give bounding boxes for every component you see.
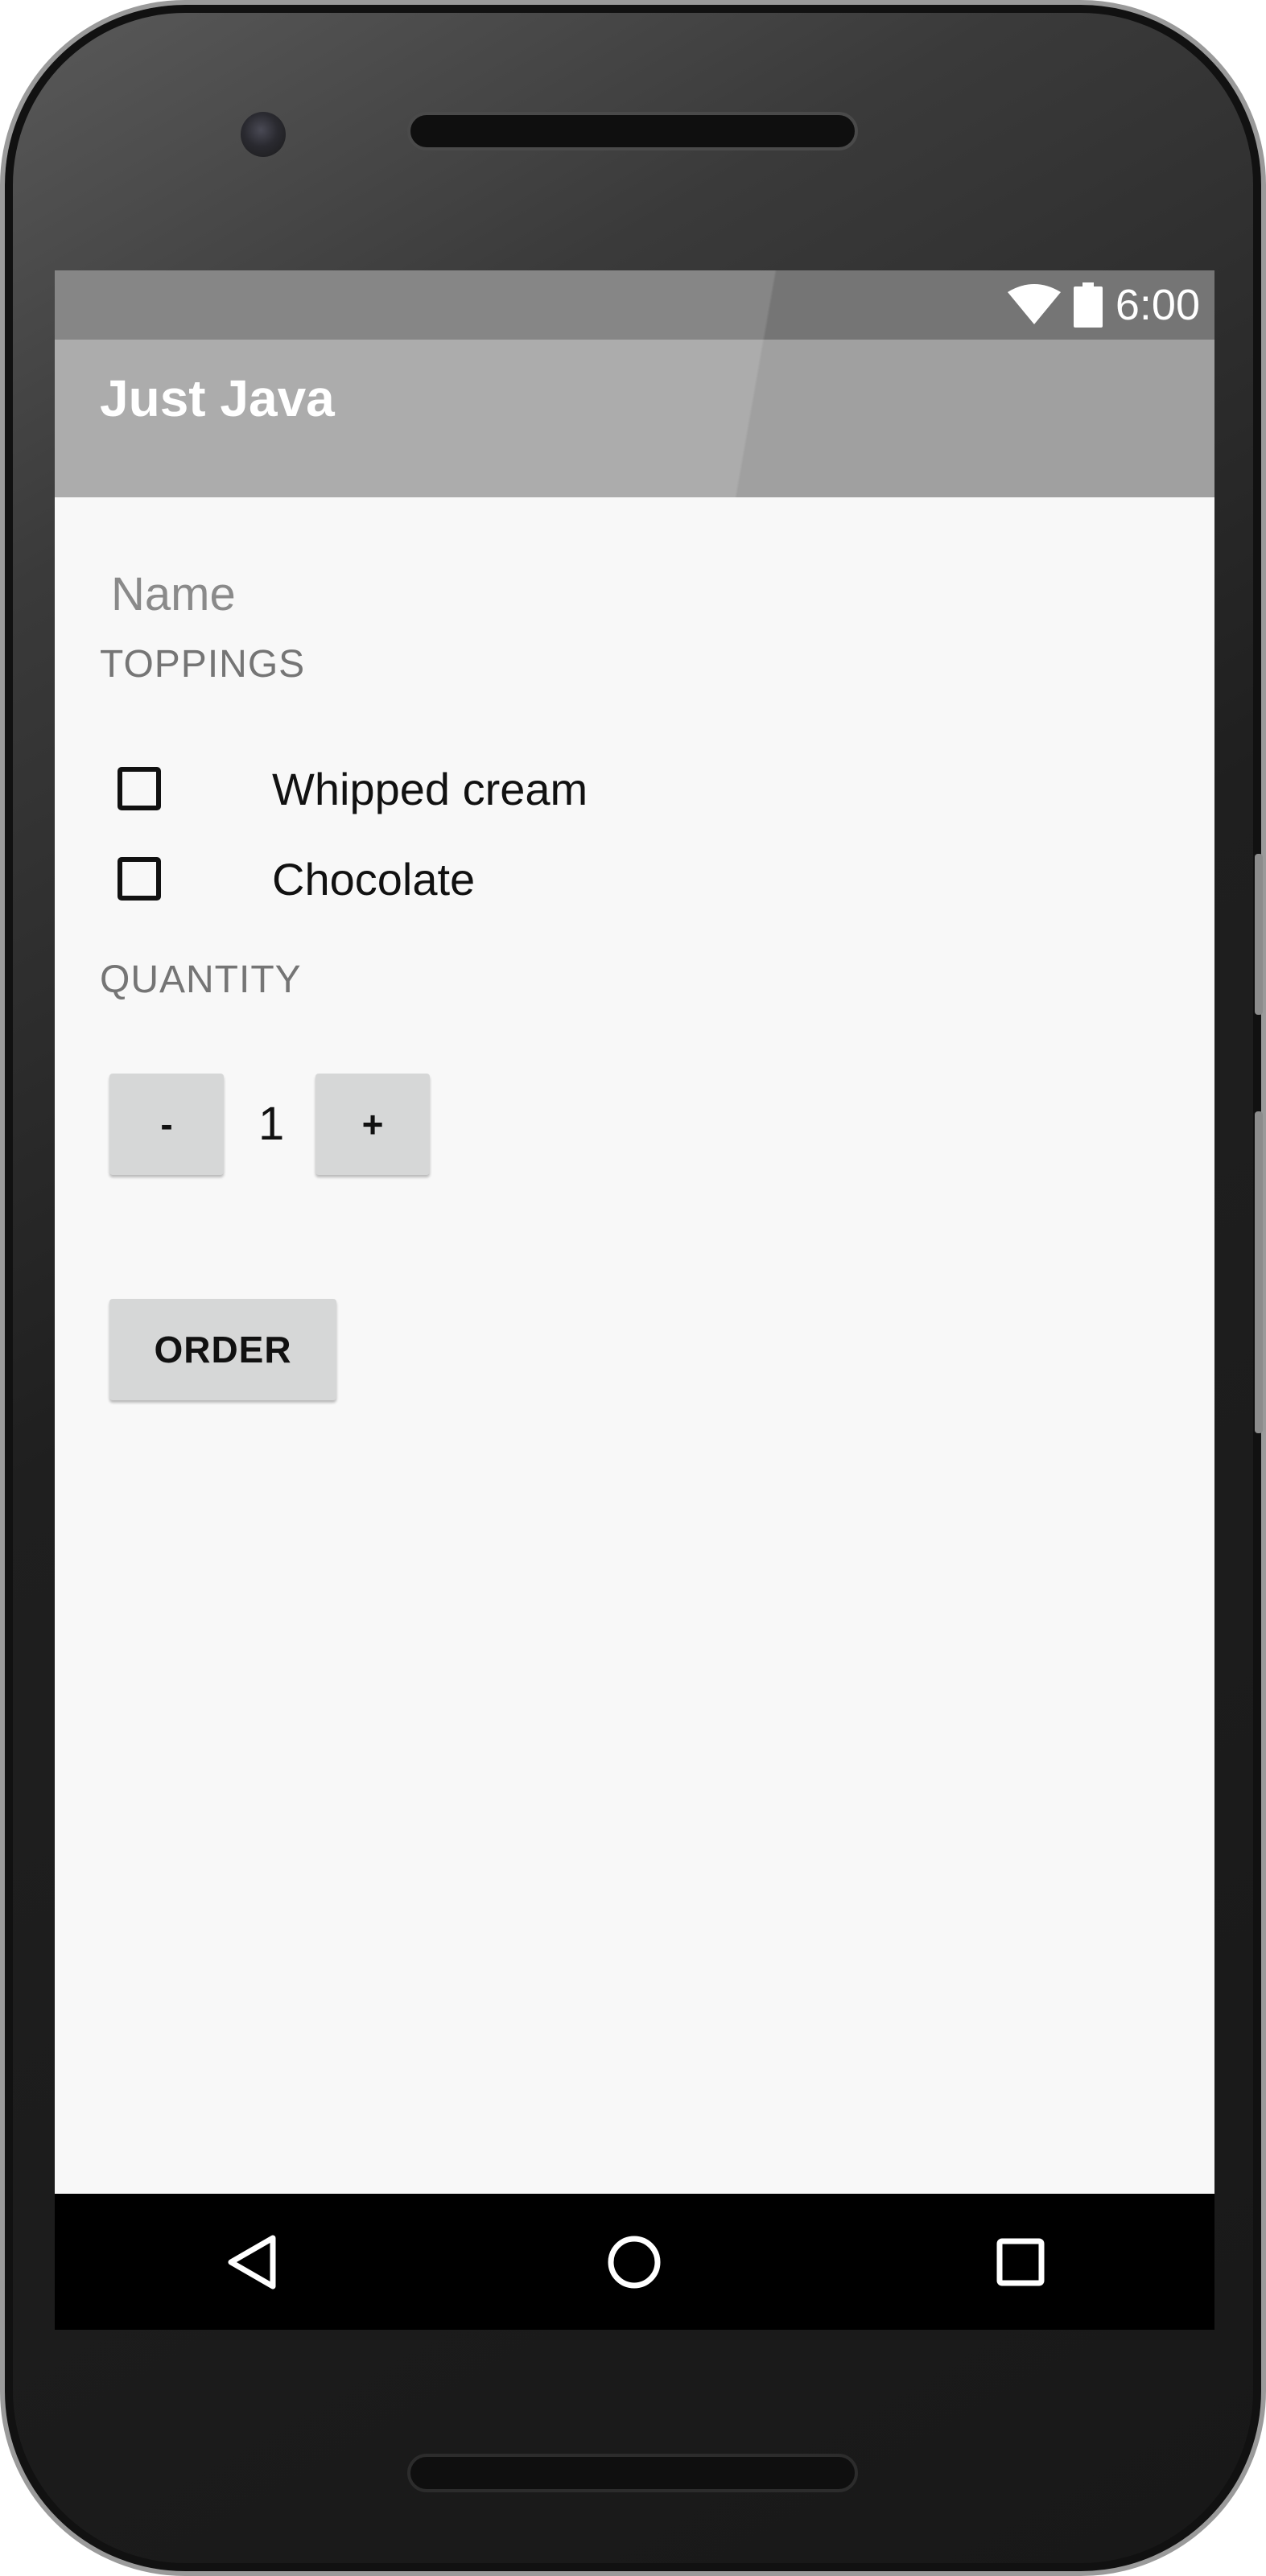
whipped-cream-checkbox[interactable] bbox=[118, 767, 161, 810]
nav-back-button[interactable] bbox=[171, 2194, 332, 2330]
whipped-cream-label: Whipped cream bbox=[272, 763, 588, 814]
app-bar: Just Java bbox=[55, 340, 1214, 497]
status-icons: 6:00 bbox=[1007, 270, 1200, 340]
top-speaker bbox=[407, 112, 858, 150]
status-bar: 6:00 bbox=[55, 270, 1214, 340]
app-title: Just Java bbox=[100, 369, 335, 427]
quantity-value: 1 bbox=[258, 1098, 285, 1150]
status-time: 6:00 bbox=[1115, 281, 1200, 329]
volume-button bbox=[1255, 1111, 1263, 1433]
battery-icon bbox=[1073, 282, 1103, 328]
quantity-header: QUANTITY bbox=[100, 958, 302, 1001]
power-button bbox=[1255, 854, 1263, 1015]
front-camera bbox=[241, 112, 286, 157]
nav-recents-button[interactable] bbox=[940, 2194, 1101, 2330]
increment-button[interactable]: + bbox=[315, 1074, 430, 1175]
name-input[interactable] bbox=[100, 546, 1162, 642]
wifi-icon bbox=[1007, 284, 1061, 324]
phone-frame: 6:00 Just Java TOPPINGS Whipped cream Ch… bbox=[0, 0, 1266, 2576]
toppings-header: TOPPINGS bbox=[100, 643, 306, 686]
topping-chocolate-row[interactable]: Chocolate bbox=[118, 843, 475, 915]
recents-icon bbox=[996, 2238, 1045, 2285]
chocolate-checkbox[interactable] bbox=[118, 857, 161, 901]
home-icon bbox=[608, 2236, 661, 2288]
topping-whipped-cream-row[interactable]: Whipped cream bbox=[118, 752, 588, 825]
decrement-button[interactable]: - bbox=[109, 1074, 224, 1175]
bottom-speaker bbox=[407, 2454, 858, 2492]
order-button[interactable]: ORDER bbox=[109, 1299, 336, 1400]
nav-home-button[interactable] bbox=[554, 2194, 715, 2330]
back-icon bbox=[228, 2235, 276, 2289]
chocolate-label: Chocolate bbox=[272, 853, 476, 905]
navigation-bar bbox=[55, 2194, 1214, 2330]
screen: 6:00 Just Java TOPPINGS Whipped cream Ch… bbox=[55, 270, 1214, 2330]
